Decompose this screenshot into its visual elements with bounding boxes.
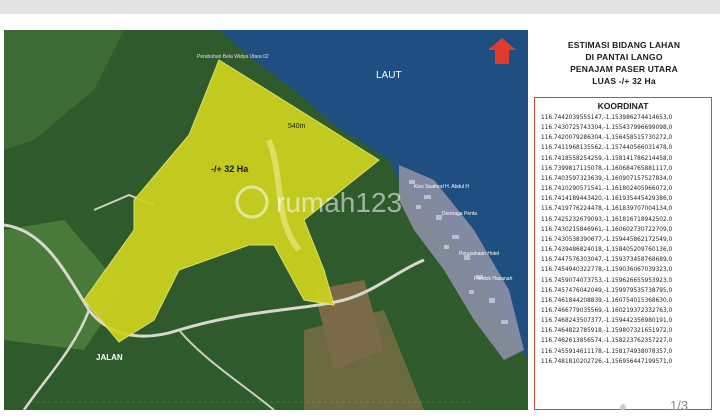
coordinate-item: 116.7454940322778,-1.159036067039323,0	[541, 267, 673, 274]
watermark-text: rumah123	[276, 187, 402, 218]
place-label: Dermaga Penta	[442, 211, 477, 217]
coordinate-item: 116.7481810202726,-1.156956447199571,0	[541, 358, 673, 365]
coordinate-item: 116.7418558254259,-1.158141786214458,0	[541, 155, 673, 162]
title-line: PENAJAM PASER UTARA	[570, 64, 678, 74]
coordinate-item: 116.74420395551​47,-1.1539862744146​53,0	[541, 115, 673, 121]
distance-label: 540m	[288, 123, 306, 130]
title-line: LUAS -/+ 32 Ha	[592, 76, 656, 86]
area-label: -/+ 32 Ha	[211, 164, 249, 174]
pager-dot[interactable]	[620, 404, 626, 410]
title-line: DI PANTAI LANGO	[585, 52, 663, 62]
coordinate-item: 116.7411968135562,-1.157440566031478,0	[541, 145, 673, 152]
coordinate-item: 116.7425232679093,-1.161816718942502,0	[541, 216, 673, 223]
map-svg: LAUT -/+ 32 Ha 540m JALAN Perabuhan Bela…	[4, 30, 528, 410]
info-panel: ESTIMASI BIDANG LAHAN DI PANTAI LANGO PE…	[530, 30, 720, 410]
coordinate-item: 116.7420079286304,-1.156458515730272,0	[541, 135, 673, 142]
coordinate-item: 116.7457476042049,-1.159979535738795,0	[541, 287, 673, 294]
coordinate-item: 116.7455914611178,-1.158174938078357,0	[541, 348, 673, 355]
coordinate-item: 116.7399817115078,-1.160684765881117,0	[541, 165, 673, 172]
coordinate-header: KOORDINAT	[597, 101, 649, 111]
coordinate-item: 116.7466779035569,-1.160219372332763,0	[541, 307, 673, 314]
page-indicator: 1/3	[670, 398, 689, 413]
coordinate-list: 116.74420395551​47,-1.1539862744146​53,0…	[541, 113, 711, 367]
coordinate-item: 116.7430538390677,-1.159445862172549,0	[541, 236, 673, 243]
satellite-map[interactable]: LAUT -/+ 32 Ha 540m JALAN Perabuhan Bela…	[4, 30, 528, 410]
title-line: ESTIMASI BIDANG LAHAN	[567, 40, 681, 50]
coordinate-item: 116.7468243507377,-1.159442356980191,0	[541, 318, 673, 325]
water-label: LAUT	[376, 70, 402, 81]
coordinate-item: 116.7447576303047,-1.159373458768689,0	[541, 257, 673, 264]
place-label: Perabuhan Bela Widya Utara 02	[197, 54, 269, 60]
coordinate-item: 116.7430215846961,-1.160602730722709,0	[541, 226, 673, 233]
coordinate-item: 116.7464822785918,-1.159807321651972,0	[541, 328, 673, 335]
coordinate-item: 116.7461844208839,-1.160754015368630,0	[541, 297, 673, 304]
coordinate-item: 116.7459074073753,-1.159626655953923,0	[541, 277, 673, 284]
coordinate-item: 116.7403597323639,-1.160907157527834,0	[541, 175, 673, 182]
place-label: Perusahaan Hotel	[459, 251, 499, 257]
coordinate-item: 116.7430725743304,-1.155437996699098,0	[541, 125, 673, 132]
place-label: Kios Seafood H. Abdul H	[414, 184, 469, 190]
coordinate-item: 116.7410290571541,-1.161802405966072,0	[541, 186, 673, 193]
coordinate-item: 116.7462613856574,-1.158223762357227,0	[541, 338, 673, 345]
top-bar	[0, 0, 720, 14]
place-label: Pondok Hasanah	[474, 276, 513, 282]
coordinate-item: 116.7439486824018,-1.158405209760136,0	[541, 247, 673, 254]
road-label: JALAN	[96, 353, 123, 362]
coordinate-item: 116.7419776224478,-1.161839707004134,0	[541, 206, 673, 213]
coordinate-item: 116.7414189443420,-1.161935445429386,0	[541, 196, 673, 203]
coordinate-box: KOORDINAT 116.74420395551​47,-1.15398627…	[534, 97, 712, 410]
